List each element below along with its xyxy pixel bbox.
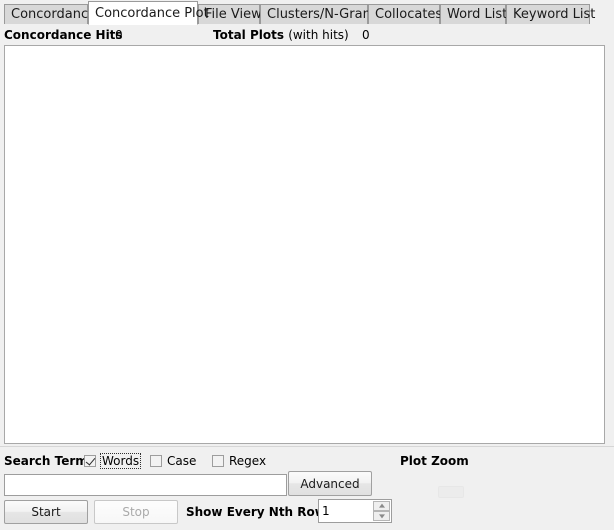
spinner-down-icon[interactable] <box>373 511 390 521</box>
checkbox-case[interactable]: Case <box>150 453 197 469</box>
tab-concordance[interactable]: Concordance <box>4 4 96 24</box>
tab-keyword-list[interactable]: Keyword List <box>506 4 595 24</box>
checkbox-regex[interactable]: Regex <box>212 453 267 469</box>
checkbox-regex-box[interactable] <box>212 455 224 467</box>
advanced-button[interactable]: Advanced <box>288 471 372 496</box>
checkbox-case-label: Case <box>167 454 197 468</box>
checkbox-words-box[interactable] <box>84 455 96 467</box>
total-plots-sub-label: (with hits) <box>288 28 349 42</box>
show-every-nth-row-label: Show Every Nth Row <box>186 505 326 519</box>
checkbox-words-label: Words <box>100 453 142 469</box>
tab-label: Concordance Plot <box>95 6 209 21</box>
tab-label: Collocates <box>375 7 443 22</box>
stop-button[interactable]: Stop <box>94 500 178 524</box>
tab-bar: Concordance Concordance Plot File View C… <box>0 0 614 26</box>
concordance-hits-label: Concordance Hits <box>4 28 123 42</box>
checkbox-words[interactable]: Words <box>84 453 142 469</box>
total-plots-value: 0 <box>362 28 370 42</box>
spinner-buttons <box>373 501 390 521</box>
checkbox-regex-label: Regex <box>229 454 267 468</box>
application-window: Concordance Concordance Plot File View C… <box>0 0 614 530</box>
nth-row-spinner[interactable]: 1 <box>318 499 392 523</box>
tab-clusters-n-grams[interactable]: Clusters/N-Grams <box>260 4 382 24</box>
plot-zoom-label: Plot Zoom <box>400 454 469 468</box>
nth-row-value: 1 <box>322 504 330 518</box>
counters-row: Concordance Hits 0 Total Plots (with hit… <box>0 26 614 44</box>
tab-label: Word List <box>447 7 508 22</box>
start-button[interactable]: Start <box>4 500 88 524</box>
total-plots-label: Total Plots (with hits) <box>213 26 349 44</box>
search-input[interactable] <box>4 474 287 496</box>
tab-word-list[interactable]: Word List <box>440 4 508 24</box>
tab-label: File View <box>205 7 262 22</box>
concordance-plot-canvas[interactable] <box>4 45 605 444</box>
concordance-hits-value: 0 <box>115 28 123 42</box>
tab-label: Concordance <box>11 7 97 22</box>
tab-collocates[interactable]: Collocates <box>368 4 443 24</box>
spinner-up-icon[interactable] <box>373 501 390 511</box>
search-term-label: Search Term <box>4 454 88 468</box>
checkbox-case-box[interactable] <box>150 455 162 467</box>
total-plots-main-label: Total Plots <box>213 28 284 42</box>
tab-label: Keyword List <box>513 7 596 22</box>
tab-label: Clusters/N-Grams <box>267 7 383 22</box>
tab-concordance-plot[interactable]: Concordance Plot <box>88 1 209 25</box>
plot-zoom-slider[interactable] <box>438 486 464 498</box>
panel-divider <box>0 446 614 447</box>
